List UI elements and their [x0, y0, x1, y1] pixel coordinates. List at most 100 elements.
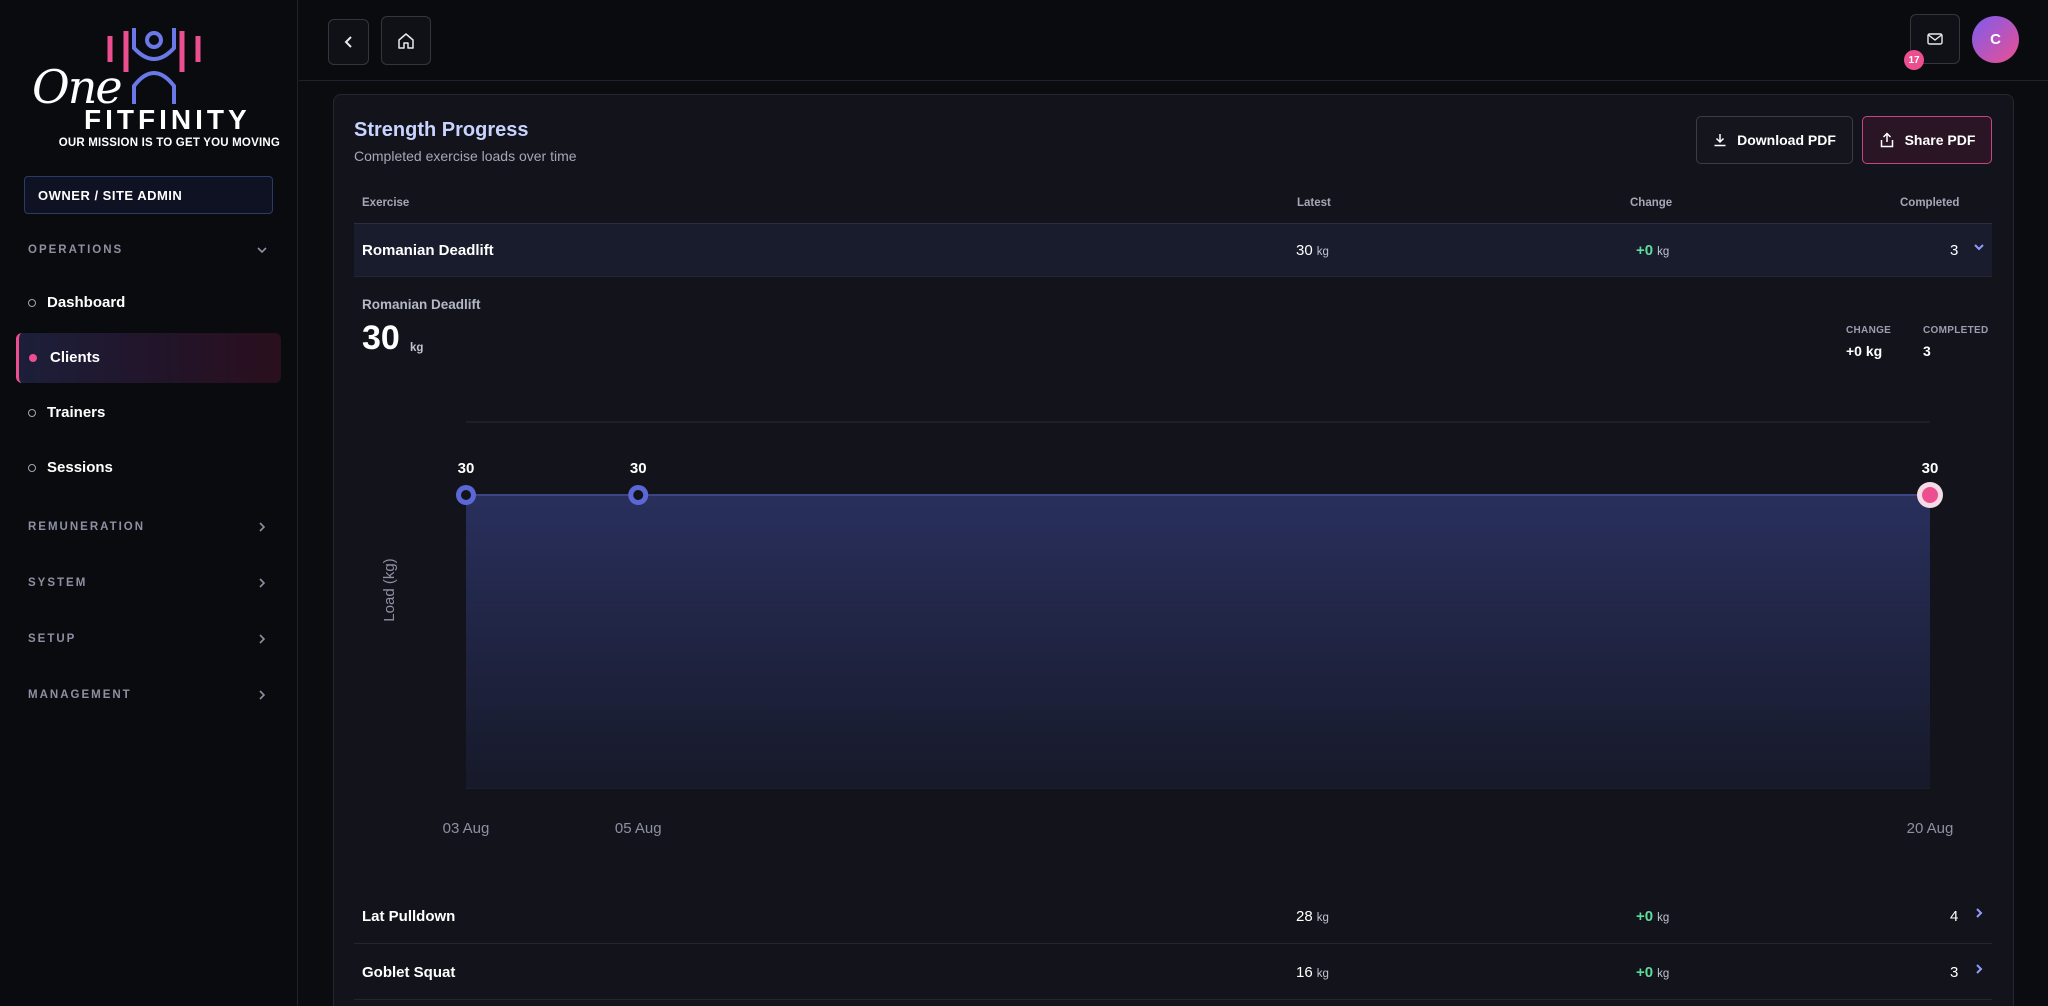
latest-value: 30 kg — [1296, 242, 1329, 259]
change-number: +0 — [1636, 242, 1654, 259]
area-fill — [466, 495, 1930, 788]
role-selector[interactable]: OWNER / SITE ADMIN — [24, 176, 273, 214]
chevron-right-icon[interactable] — [1972, 962, 1986, 980]
nav-section-label: SETUP — [28, 633, 77, 645]
data-label: 30 — [630, 460, 647, 477]
x-tick-label: 05 Aug — [615, 820, 662, 837]
sidebar-item-dashboard[interactable]: Dashboard — [16, 278, 281, 328]
y-axis-label: Load (kg) — [381, 558, 398, 621]
sidebar-item-trainers[interactable]: Trainers — [16, 388, 281, 438]
data-label: 30 — [458, 460, 475, 477]
x-tick-label: 03 Aug — [443, 820, 490, 837]
latest-unit: kg — [1316, 968, 1329, 980]
latest-unit: kg — [1316, 246, 1329, 258]
sidebar-item-clients[interactable]: Clients — [16, 333, 281, 383]
nav-section-label: OPERATIONS — [28, 244, 124, 256]
change-number: +0 — [1636, 908, 1654, 925]
latest-value: 16 kg — [1296, 964, 1329, 981]
change-unit: kg — [1657, 912, 1670, 924]
detail-exercise-name: Romanian Deadlift — [362, 297, 481, 312]
back-button[interactable] — [328, 19, 369, 65]
chevron-left-icon — [344, 36, 352, 48]
share-icon — [1880, 132, 1893, 148]
x-tick-label: 20 Aug — [1907, 820, 1954, 837]
mail-count-badge: 17 — [1904, 50, 1924, 70]
column-header-completed: Completed — [1900, 197, 1960, 209]
share-pdf-label: Share PDF — [1904, 132, 1976, 148]
nav-section-label: SYSTEM — [28, 577, 88, 589]
completed-count: 3 — [1950, 964, 1959, 981]
mail-icon — [1927, 33, 1943, 45]
panel-subtitle: Completed exercise loads over time — [354, 148, 577, 164]
chevron-right-icon[interactable] — [1972, 906, 1986, 924]
nav-section-system[interactable]: SYSTEM — [28, 577, 268, 597]
home-icon — [398, 32, 414, 49]
nav-section-operations[interactable]: OPERATIONS — [28, 244, 268, 264]
latest-unit: kg — [1316, 912, 1329, 924]
latest-number: 30 — [1296, 242, 1313, 259]
download-pdf-button[interactable]: Download PDF — [1696, 116, 1853, 164]
logo-wordmark: FITFINITY — [84, 104, 251, 135]
completed-count: 4 — [1950, 908, 1959, 925]
home-button[interactable] — [381, 16, 431, 65]
chevron-right-icon — [256, 633, 268, 648]
detail-unit: kg — [410, 342, 424, 354]
stat-change-label: CHANGE — [1846, 325, 1892, 336]
bullet-icon — [29, 354, 37, 362]
table-row[interactable]: Romanian Deadlift 30 kg +0 kg 3 — [354, 223, 1992, 277]
data-point-center — [1922, 487, 1938, 503]
change-value: +0 kg — [1636, 908, 1669, 925]
change-unit: kg — [1657, 968, 1670, 980]
nav-section-remuneration[interactable]: REMUNERATION — [28, 521, 268, 541]
download-icon — [1714, 134, 1726, 147]
latest-value: 28 kg — [1296, 908, 1329, 925]
column-header-latest: Latest — [1297, 197, 1331, 209]
sidebar-item-label: Dashboard — [47, 294, 126, 311]
nav-section-label: REMUNERATION — [28, 521, 146, 533]
panel-title: Strength Progress — [354, 119, 529, 141]
table-row[interactable]: Goblet Squat 16 kg +0 kg 3 — [354, 946, 1992, 1000]
stat-change-value: +0 kg — [1846, 343, 1883, 359]
load-chart-svg: 30 30 30 03 Aug 05 Aug 20 Aug Load (kg) — [381, 421, 1954, 837]
sidebar-item-label: Trainers — [47, 404, 106, 421]
exercise-name: Lat Pulldown — [362, 908, 456, 925]
topbar — [299, 0, 2048, 81]
chevron-right-icon — [256, 689, 268, 704]
data-point-center — [633, 490, 644, 500]
change-value: +0 kg — [1636, 242, 1669, 259]
table-row[interactable]: Lat Pulldown 28 kg +0 kg 4 — [354, 890, 1992, 944]
nav-section-label: MANAGEMENT — [28, 689, 132, 701]
bullet-icon — [28, 299, 36, 307]
chevron-down-icon[interactable] — [1972, 240, 1986, 258]
avatar[interactable]: C — [1972, 16, 2019, 63]
exercise-name: Romanian Deadlift — [362, 242, 494, 259]
sidebar-item-label: Sessions — [47, 459, 113, 476]
latest-number: 16 — [1296, 964, 1313, 981]
chevron-right-icon — [256, 521, 268, 536]
download-pdf-label: Download PDF — [1737, 132, 1836, 148]
sidebar-item-label: Clients — [50, 349, 101, 366]
latest-number: 28 — [1296, 908, 1313, 925]
exercise-name: Goblet Squat — [362, 964, 456, 981]
bullet-icon — [28, 409, 36, 417]
data-point-center — [461, 490, 471, 500]
stat-completed-label: COMPLETED — [1923, 325, 1989, 336]
change-value: +0 kg — [1636, 964, 1669, 981]
logo-tagline: OUR MISSION IS TO GET YOU MOVING — [58, 137, 280, 149]
change-unit: kg — [1657, 246, 1670, 258]
completed-count: 3 — [1950, 242, 1959, 259]
sidebar-item-sessions[interactable]: Sessions — [16, 443, 281, 493]
chevron-right-icon — [256, 577, 268, 592]
column-header-exercise: Exercise — [362, 197, 410, 209]
sidebar: One FITFINITY OUR MISSION IS TO GET YOU … — [0, 0, 298, 1006]
column-header-change: Change — [1630, 197, 1673, 209]
nav-section-management[interactable]: MANAGEMENT — [28, 689, 268, 709]
stat-completed-value: 3 — [1923, 343, 1931, 359]
change-number: +0 — [1636, 964, 1654, 981]
load-chart: 30 30 30 03 Aug 05 Aug 20 Aug Load (kg) — [354, 390, 1992, 850]
nav-section-setup[interactable]: SETUP — [28, 633, 268, 653]
chevron-down-icon — [256, 244, 268, 259]
detail-latest-value: 30 — [362, 319, 400, 357]
share-pdf-button[interactable]: Share PDF — [1862, 116, 1992, 164]
bullet-icon — [28, 464, 36, 472]
